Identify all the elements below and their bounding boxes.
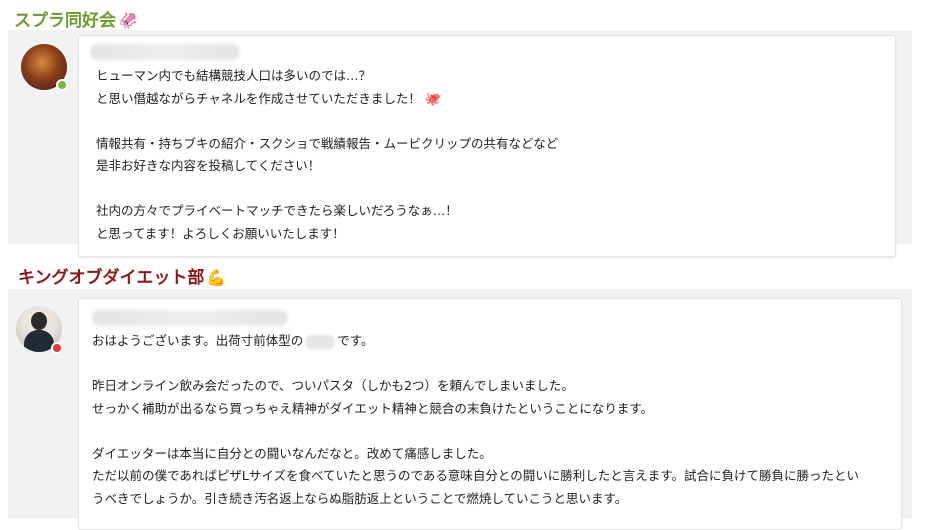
- redacted-name: [305, 334, 336, 349]
- message-line: うべきでしょうか。引き続き汚名返上ならぬ脂肪返上ということで燃焼していこうと思い…: [92, 490, 628, 506]
- message-body: ヒューマン内でも結構競技人口は多いのでは…？ と思い僭越ながらチャネルを作成させて…: [96, 65, 558, 245]
- message-line: と思い僭越ながらチャネルを作成させていただきました！ 🐙: [96, 90, 442, 107]
- squid-icon: 🦑: [118, 11, 138, 30]
- message-line: ただ以前の僕であればピザLサイズを食べていたと思うのである意味自分との闘いに勝利…: [92, 468, 859, 483]
- blurred-author-name: [90, 44, 240, 60]
- message-body: おはようございます。出荷寸前体型の です。昨日オンライン飲み会だったので、ついパス…: [92, 330, 859, 510]
- channel-title-text: スプラ同好会: [14, 11, 116, 31]
- blurred-author-name: [92, 310, 288, 326]
- message-line: おはようございます。出荷寸前体型の です。: [92, 333, 374, 349]
- busy-status-icon: [51, 342, 63, 354]
- message-line: 是非お好きな内容を投稿してください！: [96, 158, 321, 173]
- online-status-icon: [56, 79, 68, 91]
- message-line: ダイエッターは本当に自分との闘いなんだなと。改めて痛感しました。: [92, 445, 492, 461]
- octopus-icon: 🐙: [424, 91, 442, 107]
- message-line: 昨日オンライン飲み会だったので、ついパスタ（しかも2つ）を頼んでしまいました。: [92, 378, 574, 393]
- message-line: せっかく補助が出るなら買っちゃえ精神がダイエット精神と競合の末負けたということに…: [92, 400, 654, 416]
- message-line: ヒューマン内でも結構競技人口は多いのでは…？: [96, 68, 372, 83]
- channel-title-diet[interactable]: キングオブダイエット部 💪: [18, 263, 226, 288]
- channel-title-splatoon[interactable]: スプラ同好会 🦑: [14, 6, 138, 31]
- message-line: 情報共有・持ちブキの紹介・スクショで戦績報告・ムービクリップの共有などなど: [96, 135, 559, 151]
- message-line: と思ってます！よろしくお願いいたします！: [96, 225, 345, 241]
- channel-title-text: キングオブダイエット部: [18, 268, 205, 288]
- message-line: 社内の方々でプライベートマッチできたら楽しいだろうなぁ…！: [96, 203, 458, 218]
- flexed-biceps-icon: 💪: [206, 268, 227, 287]
